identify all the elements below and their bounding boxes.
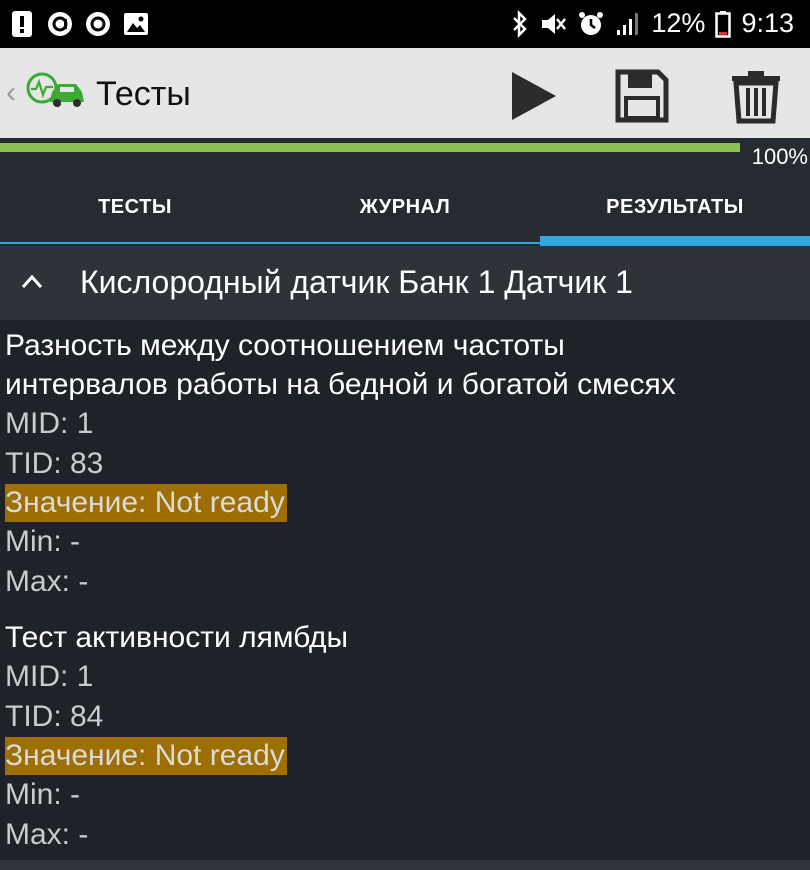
result-tid: TID: 84 <box>5 700 104 733</box>
result-mid: MID: 1 <box>5 407 94 440</box>
page-title: Тесты <box>96 75 191 113</box>
signal-icon <box>617 12 639 35</box>
section-title: Кислородный датчик Банк 1 Датчик 1 <box>80 264 633 300</box>
chevron-up-icon[interactable] <box>20 272 44 290</box>
alert-icon <box>12 11 32 37</box>
result-name: Разность между соотношением частоты <box>5 329 565 362</box>
result-max: Max: - <box>5 818 89 851</box>
result-min: Min: - <box>5 778 80 811</box>
progress-label: 100% <box>751 144 808 169</box>
bluetooth-icon <box>513 9 528 38</box>
section-header[interactable]: Кислородный датчик Банк 1 Датчик 1 <box>0 246 810 320</box>
image-icon <box>124 13 148 35</box>
system-icons: 12% 9:13 <box>511 8 794 39</box>
result-value: Значение: Not ready <box>5 737 287 775</box>
result-value: Значение: Not ready <box>5 484 287 522</box>
progress-bar <box>0 143 740 152</box>
sync-icon <box>86 12 110 36</box>
bottom-divider <box>0 860 810 870</box>
tab-bar: ТЕСТЫ ЖУРНАЛ РЕЗУЛЬТАТЫ <box>0 168 810 246</box>
result-max: Max: - <box>5 565 89 598</box>
battery-icon <box>715 10 732 38</box>
active-tab-indicator <box>540 236 810 246</box>
result-tid: TID: 83 <box>5 447 104 480</box>
tab-tests[interactable]: ТЕСТЫ <box>0 168 270 246</box>
save-icon[interactable] <box>614 68 670 124</box>
alarm-icon <box>579 11 604 35</box>
result-min: Min: - <box>5 525 80 558</box>
result-name-continued: интервалов работы на бедной и богатой см… <box>5 368 676 401</box>
mute-icon <box>542 13 567 34</box>
status-bar: 12% 9:13 <box>0 0 810 48</box>
play-icon[interactable] <box>506 68 562 124</box>
progress-area: 100% <box>0 138 810 169</box>
clock-time: 9:13 <box>741 8 794 38</box>
progress-fill <box>0 143 740 152</box>
app-bar: ‹ Тесты <box>0 48 810 138</box>
tab-results[interactable]: РЕЗУЛЬТАТЫ <box>540 168 810 246</box>
results-list: Разность между соотношением частоты инте… <box>0 320 810 860</box>
tab-journal[interactable]: ЖУРНАЛ <box>270 168 540 246</box>
notification-icons <box>8 9 150 39</box>
battery-percent: 12% <box>651 8 706 38</box>
trash-icon[interactable] <box>728 68 784 124</box>
result-item: Тест активности лямбды MID: 1 TID: 84 Зн… <box>5 618 805 855</box>
result-name: Тест активности лямбды <box>5 621 349 654</box>
result-mid: MID: 1 <box>5 660 94 693</box>
car-diagnostic-logo <box>26 72 84 108</box>
at-sign-icon <box>48 12 72 36</box>
result-item: Разность между соотношением частоты инте… <box>5 326 805 602</box>
back-chevron-icon[interactable]: ‹ <box>6 78 16 108</box>
